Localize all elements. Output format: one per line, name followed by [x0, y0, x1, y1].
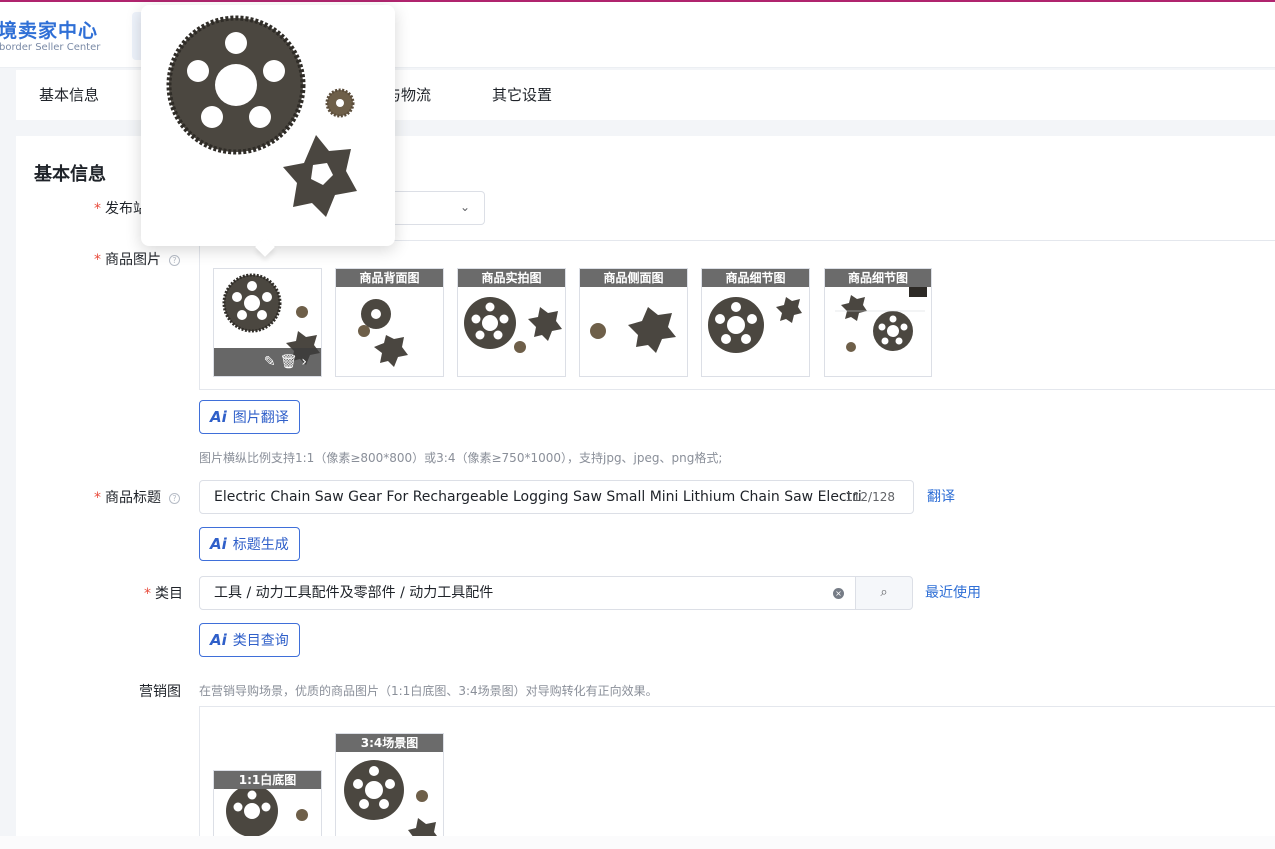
logo-subtitle: Cross-border Seller Center: [0, 42, 101, 53]
gear-preview-image: [166, 15, 357, 217]
image-caption: 商品侧面图: [580, 269, 687, 287]
product-images-panel: ✎🗑› 商品背面图 商品实拍图 商品侧面图 商品细节图 商品细节图: [199, 240, 1275, 390]
required-mark: *: [94, 252, 101, 268]
product-image-detail-2[interactable]: 商品细节图: [824, 268, 932, 377]
clear-icon[interactable]: ×: [833, 588, 844, 599]
marketing-image-scene[interactable]: 3:4场景图: [335, 733, 444, 840]
required-mark: *: [94, 201, 101, 217]
image-hint: 图片横纵比例支持1:1（像素≥800*800）或3:4（像素≥750*1000）…: [199, 451, 723, 465]
image-caption: 商品细节图: [825, 269, 931, 287]
help-icon[interactable]: ?: [169, 254, 180, 266]
image-caption: 商品背面图: [336, 269, 443, 287]
category-query-button[interactable]: Ai 类目查询: [199, 623, 300, 657]
section-title: 基本信息: [34, 164, 106, 185]
ai-icon: Ai: [210, 631, 227, 649]
image-caption: 商品细节图: [702, 269, 809, 287]
ai-icon: Ai: [210, 408, 227, 426]
marketing-label: 营销图: [139, 684, 181, 700]
image-tools[interactable]: ✎🗑›: [214, 348, 321, 376]
product-image-main[interactable]: ✎🗑›: [213, 268, 322, 377]
product-image-real[interactable]: 商品实拍图: [457, 268, 566, 377]
marketing-caption: 1:1白底图: [214, 771, 321, 789]
product-image-side[interactable]: 商品侧面图: [579, 268, 688, 377]
marketing-caption: 3:4场景图: [336, 734, 443, 752]
image-preview-popover: [141, 5, 395, 246]
image-caption: 商品实拍图: [458, 269, 565, 287]
title-counter: 112/128: [845, 490, 895, 504]
tab-basic-info[interactable]: 基本信息: [39, 84, 99, 105]
title-generate-button[interactable]: Ai 标题生成: [199, 527, 300, 561]
chevron-down-icon: ⌄: [459, 200, 470, 214]
title-translate-link[interactable]: 翻译: [927, 486, 955, 506]
search-icon: ⌕: [880, 585, 888, 600]
image-translate-button[interactable]: Ai 图片翻译: [199, 400, 300, 434]
required-mark: *: [94, 490, 101, 506]
category-label: * 类目: [144, 586, 183, 602]
bottom-strip: [0, 836, 1275, 849]
category-input[interactable]: 工具 / 动力工具配件及零部件 / 动力工具配件 ×: [199, 576, 856, 610]
help-icon[interactable]: ?: [169, 492, 180, 504]
product-image-back[interactable]: 商品背面图: [335, 268, 444, 377]
category-recent-link[interactable]: 最近使用: [925, 582, 981, 602]
images-label: * 商品图片?: [94, 249, 180, 269]
title-label: * 商品标题?: [94, 487, 180, 507]
category-search-button[interactable]: ⌕: [855, 576, 913, 610]
tab-other-settings[interactable]: 其它设置: [492, 84, 552, 105]
marketing-image-white[interactable]: 1:1白底图: [213, 770, 322, 840]
marketing-hint: 在营销导购场景，优质的商品图片（1:1白底图、3:4场景图）对导购转化有正向效果…: [199, 684, 658, 698]
logo-title[interactable]: 跨境卖家中心: [0, 16, 98, 43]
product-image-detail-1[interactable]: 商品细节图: [701, 268, 810, 377]
title-input[interactable]: Electric Chain Saw Gear For Rechargeable…: [199, 480, 914, 514]
required-mark: *: [144, 586, 151, 602]
ai-icon: Ai: [210, 535, 227, 553]
marketing-images-panel: 1:1白底图 3:4场景图: [199, 706, 1275, 840]
